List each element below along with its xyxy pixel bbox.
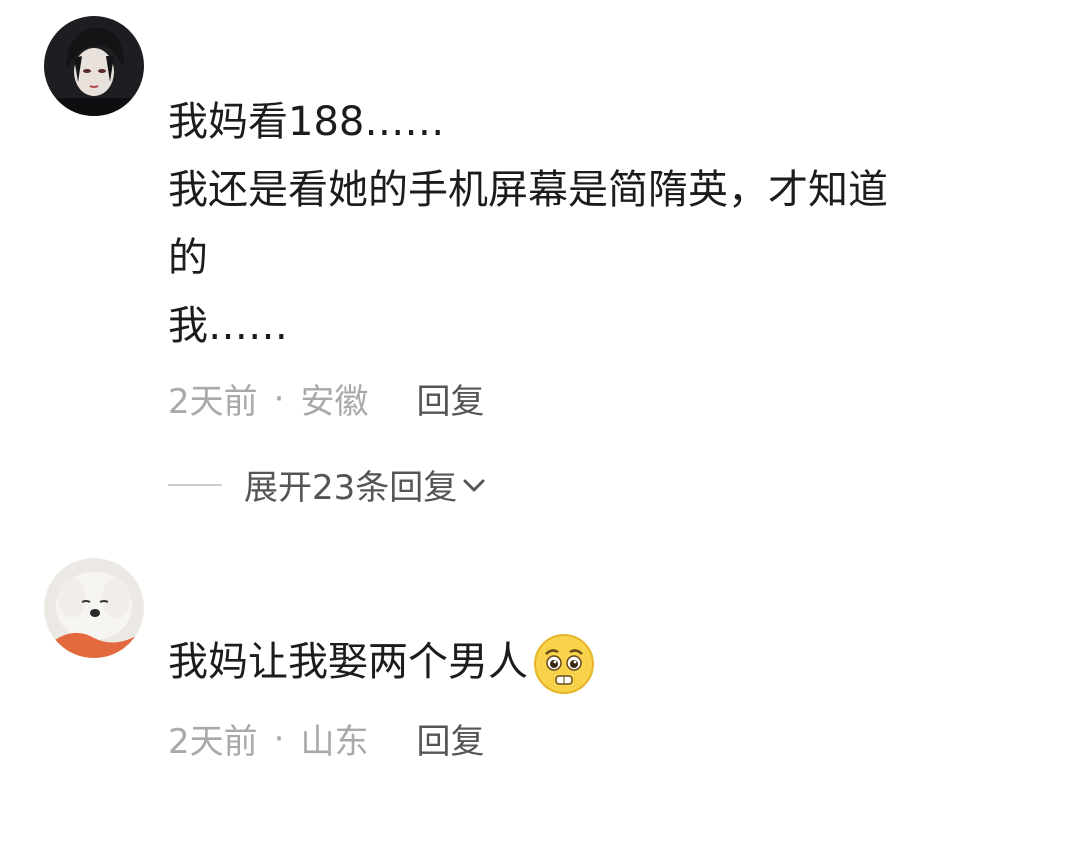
pleading-face-emoji-icon (534, 634, 594, 694)
chevron-down-icon (463, 479, 485, 491)
dark-haired-anime-avatar-icon (44, 16, 144, 116)
timestamp: 2天前 (168, 722, 258, 762)
comment-text: 我妈让我娶两个男人 (168, 628, 1028, 696)
comment-line: 我妈让我娶两个男人 (168, 628, 1028, 696)
meta-separator: · (273, 378, 285, 419)
timestamp: 2天前 (168, 382, 258, 422)
avatar[interactable] (44, 558, 144, 658)
reply-button[interactable]: 回复 (416, 374, 484, 423)
comment-line: 的 (168, 235, 208, 281)
expand-replies-button[interactable]: 展开23条回复 (168, 460, 487, 509)
location-label: 安徽 (300, 382, 369, 422)
avatar[interactable] (44, 16, 144, 116)
comment-meta: 2天前 · 山东 回复 (168, 714, 484, 763)
reply-button[interactable]: 回复 (416, 714, 484, 763)
comment-line: 我还是看她的手机屏幕是简隋英，才知道 (168, 167, 888, 213)
comment-text: 我妈看188…… 我还是看她的手机屏幕是简隋英，才知道 的 我…… (168, 88, 1028, 360)
divider (168, 483, 222, 486)
comment-line: 我…… (168, 303, 288, 349)
expand-replies-label: 展开23条回复 (244, 468, 458, 508)
white-dog-avatar-icon (44, 558, 144, 658)
comment-line: 我妈看188…… (168, 99, 445, 145)
meta-separator: · (273, 718, 285, 759)
location-label: 山东 (300, 722, 369, 762)
comment-meta: 2天前 · 安徽 回复 (168, 374, 484, 423)
